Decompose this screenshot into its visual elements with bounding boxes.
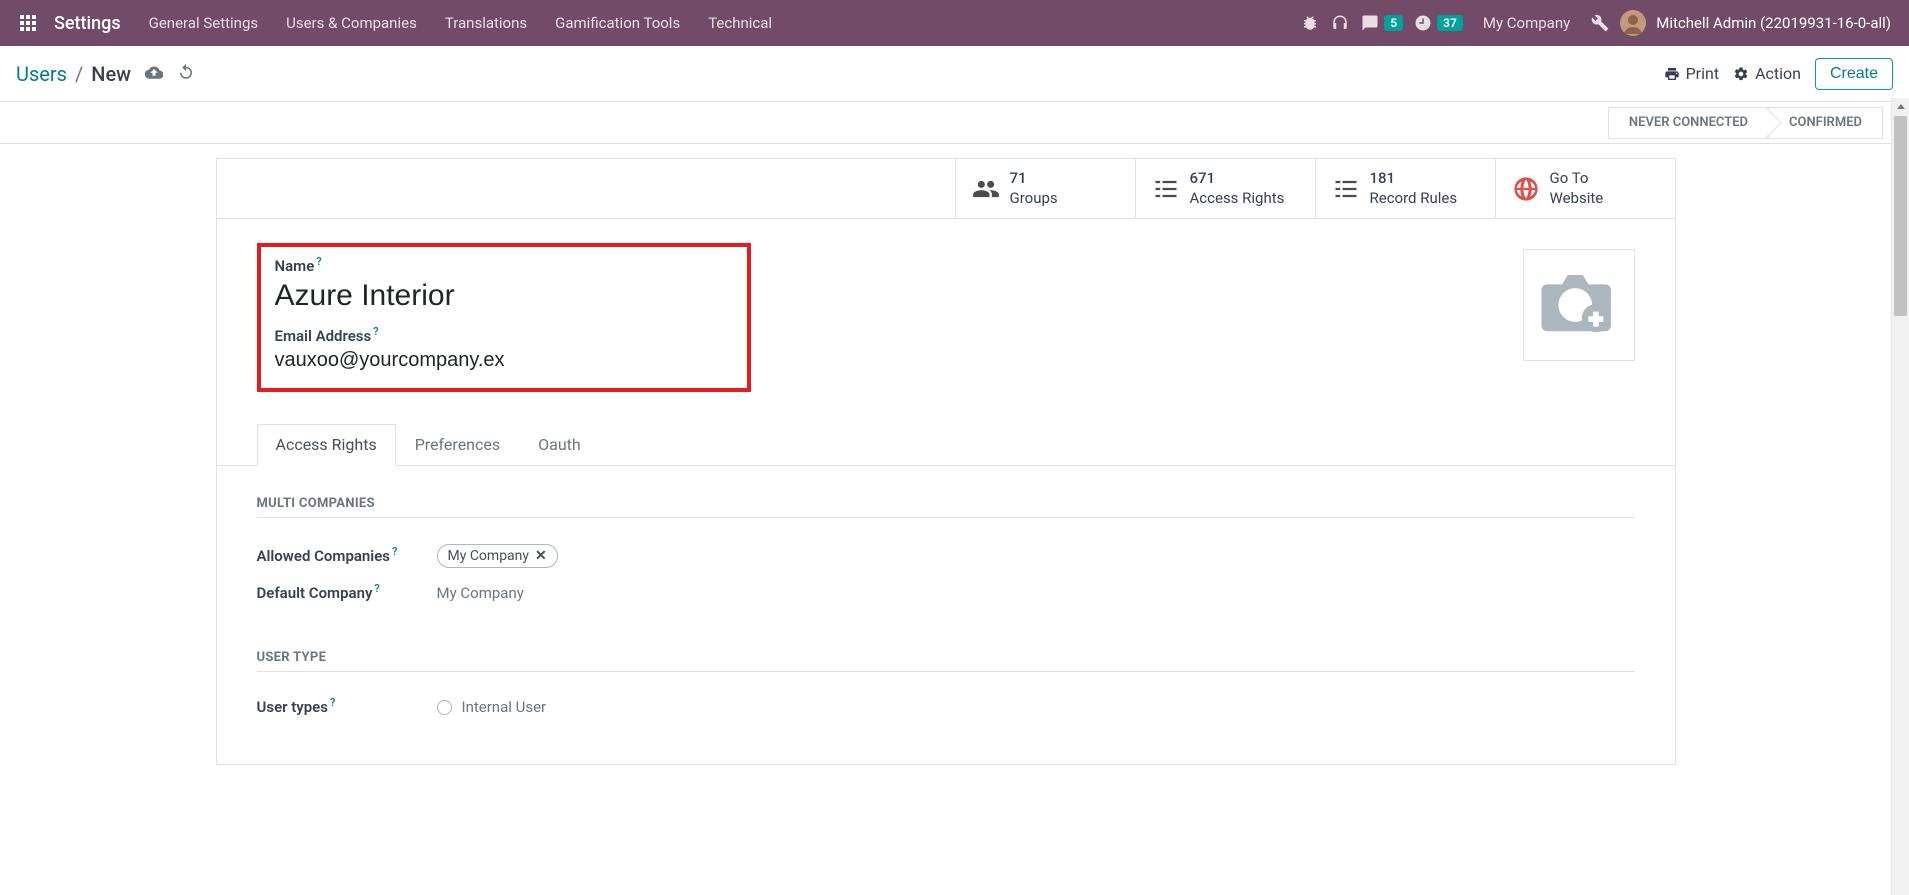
print-button[interactable]: Print [1664,64,1719,83]
help-icon[interactable]: ? [374,582,379,600]
tab-oauth[interactable]: Oauth [519,424,600,465]
company-tag[interactable]: My Company ✕ [437,544,558,568]
image-upload[interactable] [1523,249,1635,361]
form-tabs: Access Rights Preferences Oauth [217,424,1675,466]
menu-general-settings[interactable]: General Settings [135,0,273,46]
clock-icon [1413,13,1433,33]
control-panel: Users / New Print Action Create [0,46,1909,102]
allowed-companies-label: Allowed Companies? [257,547,437,565]
nav-right: 5 37 My Company Mitchell Admin (22019931… [1300,10,1901,36]
messages-indicator[interactable]: 5 [1360,13,1403,33]
section-user-type: USER TYPE [257,650,1635,672]
email-input[interactable] [275,345,733,376]
menu-users-companies[interactable]: Users & Companies [272,0,431,46]
scrollbar-thumb[interactable] [1894,116,1907,316]
menu-translations[interactable]: Translations [431,0,541,46]
user-avatar[interactable] [1620,10,1646,36]
help-icon[interactable]: ? [373,325,378,338]
name-input[interactable] [275,275,733,323]
gear-icon [1733,66,1749,82]
apps-grid-icon [20,15,36,31]
radio-circle-icon [437,700,452,715]
status-bar: NEVER CONNECTED CONFIRMED [0,102,1909,144]
tab-preferences[interactable]: Preferences [396,424,519,465]
help-icon[interactable]: ? [330,696,335,714]
list-icon [1332,175,1360,203]
email-field-label: Email Address? [275,327,733,345]
globe-icon [1512,175,1540,203]
name-field-label: Name? [275,257,733,275]
breadcrumb: Users / New [16,62,131,86]
list-icon [1152,175,1180,203]
default-company-value[interactable]: My Company [437,584,524,602]
highlighted-name-email-region: Name? Email Address? [257,243,751,392]
remove-tag-icon[interactable]: ✕ [535,548,547,564]
messages-badge: 5 [1384,15,1403,31]
support-icon[interactable] [1330,13,1350,33]
status-never-connected[interactable]: NEVER CONNECTED [1608,107,1768,139]
activities-indicator[interactable]: 37 [1413,13,1463,33]
bug-icon[interactable] [1300,13,1320,33]
status-confirmed[interactable]: CONFIRMED [1768,107,1883,139]
save-cloud-button[interactable] [145,63,163,85]
app-title[interactable]: Settings [48,13,135,34]
breadcrumb-users-link[interactable]: Users [16,62,67,86]
create-button[interactable]: Create [1815,58,1893,90]
radio-internal-user[interactable]: Internal User [437,698,547,716]
scroll-up-arrow-icon[interactable] [1892,98,1909,116]
breadcrumb-separator: / [75,62,83,86]
button-box: 71 Groups 671 Access Rights 181 Record [217,159,1675,219]
help-icon[interactable]: ? [316,255,321,268]
form-sheet: 71 Groups 671 Access Rights 181 Record [216,158,1676,765]
nav-menu: General Settings Users & Companies Trans… [135,0,786,46]
company-selector[interactable]: My Company [1473,14,1580,32]
camera-plus-icon [1541,275,1617,335]
username-label[interactable]: Mitchell Admin (22019931-16-0-all) [1656,14,1901,32]
stat-groups-button[interactable]: 71 Groups [955,159,1135,218]
groups-icon [972,175,1000,203]
debug-tools-icon[interactable] [1590,13,1610,33]
stat-access-rights-button[interactable]: 671 Access Rights [1135,159,1315,218]
scrollbar-track[interactable] [1891,98,1909,895]
default-company-label: Default Company? [257,584,437,602]
top-navbar: Settings General Settings Users & Compan… [0,0,1909,46]
discard-button[interactable] [177,63,195,85]
stat-record-rules-button[interactable]: 181 Record Rules [1315,159,1495,218]
tab-access-rights[interactable]: Access Rights [257,424,396,466]
activities-badge: 37 [1437,15,1463,31]
section-multi-companies: MULTI COMPANIES [257,496,1635,518]
apps-menu-button[interactable] [8,15,48,31]
action-button[interactable]: Action [1733,64,1801,83]
breadcrumb-current: New [91,62,131,86]
stat-goto-website-button[interactable]: Go To Website [1495,159,1675,218]
menu-technical[interactable]: Technical [694,0,786,46]
menu-gamification[interactable]: Gamification Tools [541,0,694,46]
user-types-label: User types? [257,698,437,716]
print-icon [1664,66,1680,82]
help-icon[interactable]: ? [392,545,397,563]
chat-icon [1360,13,1380,33]
